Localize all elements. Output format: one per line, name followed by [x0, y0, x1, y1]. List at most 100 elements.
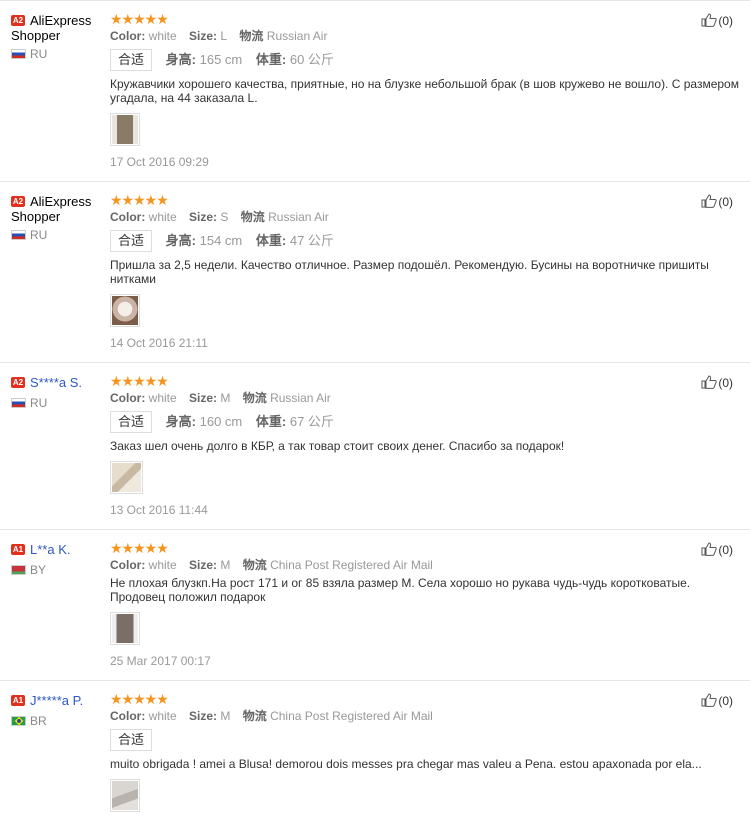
thumbs-up-icon — [701, 13, 718, 27]
by-flag-icon — [11, 565, 26, 575]
review-text: muito obrigada ! amei a Blusa! demorou d… — [110, 757, 702, 771]
shipping-value: Russian Air — [270, 391, 331, 405]
order-info: Color: white Size: L 物流 Russian Air — [110, 28, 740, 44]
helpful-count: (0) — [718, 543, 733, 557]
review-photo-thumbnail[interactable] — [110, 779, 140, 812]
reviewer-country: BR — [11, 714, 106, 728]
weight-value: 47 公斤 — [289, 233, 334, 248]
height-label: 身高: — [165, 52, 196, 67]
size-label: Size: — [189, 558, 218, 572]
fit-info: 合适 身高: 165 cm 体重: 60 公斤 — [110, 49, 740, 71]
height-label: 身高: — [165, 233, 196, 248]
helpful-button[interactable]: (0) — [701, 375, 733, 390]
review-date: 17 Oct 2016 09:29 — [110, 155, 209, 169]
reviewer-country: RU — [11, 228, 106, 242]
star-rating: ★★★★★ — [110, 540, 169, 556]
shipping-value: China Post Registered Air Mail — [270, 558, 433, 572]
shipping-value: Russian Air — [268, 210, 329, 224]
fit-badge: 合适 — [110, 230, 153, 252]
shipping-label: 物流 — [239, 29, 264, 43]
reviewer-name[interactable]: J*****a P. — [30, 693, 83, 708]
buyer-level-badge: A2 — [11, 377, 25, 388]
color-label: Color: — [110, 709, 146, 723]
size-value: L — [220, 29, 228, 43]
order-info: Color: white Size: M 物流 China Post Regis… — [110, 557, 740, 573]
fit-info: 合适 身高: 154 cm 体重: 47 公斤 — [110, 230, 740, 252]
star-rating: ★★★★★ — [110, 373, 169, 389]
buyer-level-badge: A2 — [11, 196, 25, 207]
country-code: RU — [30, 396, 48, 410]
star-rating: ★★★★★ — [110, 691, 169, 707]
shipping-label: 物流 — [242, 558, 267, 572]
helpful-count: (0) — [718, 195, 733, 209]
helpful-count: (0) — [718, 376, 733, 390]
review-photo-thumbnail[interactable] — [110, 461, 143, 494]
thumbs-up-icon — [701, 693, 718, 707]
color-label: Color: — [110, 391, 146, 405]
shipping-value: Russian Air — [266, 29, 328, 43]
order-info: Color: white Size: M 物流 China Post Regis… — [110, 708, 740, 724]
order-info: Color: white Size: S 物流 Russian Air — [110, 209, 740, 225]
thumbs-up-icon — [701, 194, 718, 208]
helpful-count: (0) — [718, 14, 733, 28]
star-rating: ★★★★★ — [110, 192, 169, 208]
reviewer-name[interactable]: S****a S. — [30, 375, 82, 390]
fit-info: 合适 — [110, 729, 740, 751]
buyer-level-badge: A1 — [11, 544, 25, 555]
review-photo-thumbnail[interactable] — [110, 612, 140, 645]
shipping-label: 物流 — [240, 210, 265, 224]
ru-flag-icon — [11, 398, 26, 408]
color-value: white — [148, 709, 177, 723]
review-text: Кружавчики хорошего качества, приятные, … — [110, 77, 739, 105]
reviewer-info: A1 J*****a P. BR — [11, 693, 106, 728]
fit-badge: 合适 — [110, 49, 153, 71]
country-code: RU — [30, 47, 48, 61]
fit-badge: 合适 — [110, 729, 153, 751]
review-photo-thumbnail[interactable] — [110, 113, 140, 146]
reviewer-info: A2 AliExpress Shopper RU — [11, 194, 106, 242]
order-info: Color: white Size: M 物流 Russian Air — [110, 390, 740, 406]
review-text: Не плохая блузкп.На рост 171 и ог 85 взя… — [110, 576, 691, 604]
helpful-button[interactable]: (0) — [701, 693, 733, 708]
review-item: A1 L**a K. BY ★★★★★ Color: white Size: M … — [0, 529, 750, 680]
helpful-button[interactable]: (0) — [701, 542, 733, 557]
review-date: 14 Oct 2016 21:11 — [110, 336, 208, 350]
height-value: 154 cm — [199, 233, 243, 248]
star-rating: ★★★★★ — [110, 11, 169, 27]
review-date: 13 Oct 2016 11:44 — [110, 503, 208, 517]
size-label: Size: — [189, 210, 218, 224]
country-code: RU — [30, 228, 48, 242]
size-value: M — [220, 558, 231, 572]
br-flag-icon — [11, 716, 26, 726]
color-value: white — [148, 210, 177, 224]
review-item: A2 S****a S. RU ★★★★★ Color: white Size: … — [0, 362, 750, 529]
review-item: A1 J*****a P. BR ★★★★★ Color: white Size:… — [0, 680, 750, 823]
weight-label: 体重: — [255, 233, 287, 248]
size-value: S — [220, 210, 229, 224]
size-label: Size: — [189, 29, 218, 43]
reviewer-info: A2 S****a S. RU — [11, 375, 106, 410]
review-photo-thumbnail[interactable] — [110, 294, 140, 327]
fit-info: 合适 身高: 160 cm 体重: 67 公斤 — [110, 411, 740, 433]
color-label: Color: — [110, 210, 146, 224]
review-date: 25 Mar 2017 00:17 — [110, 654, 211, 668]
reviewer-name[interactable]: L**a K. — [30, 542, 70, 557]
helpful-button[interactable]: (0) — [701, 13, 733, 28]
size-value: M — [220, 391, 231, 405]
height-value: 165 cm — [199, 52, 243, 67]
buyer-level-badge: A1 — [11, 695, 25, 706]
color-value: white — [148, 558, 177, 572]
color-label: Color: — [110, 558, 146, 572]
color-value: white — [148, 391, 177, 405]
reviewer-country: RU — [11, 47, 106, 61]
shipping-label: 物流 — [242, 709, 267, 723]
country-code: BR — [30, 714, 47, 728]
review-text: Заказ шел очень долго в КБР, а так товар… — [110, 439, 565, 453]
ru-flag-icon — [11, 49, 26, 59]
size-value: M — [220, 709, 231, 723]
thumbs-up-icon — [701, 375, 718, 389]
review-text: Пришла за 2,5 недели. Качество отличное.… — [110, 258, 709, 286]
color-label: Color: — [110, 29, 146, 43]
helpful-button[interactable]: (0) — [701, 194, 733, 209]
height-value: 160 cm — [199, 414, 243, 429]
